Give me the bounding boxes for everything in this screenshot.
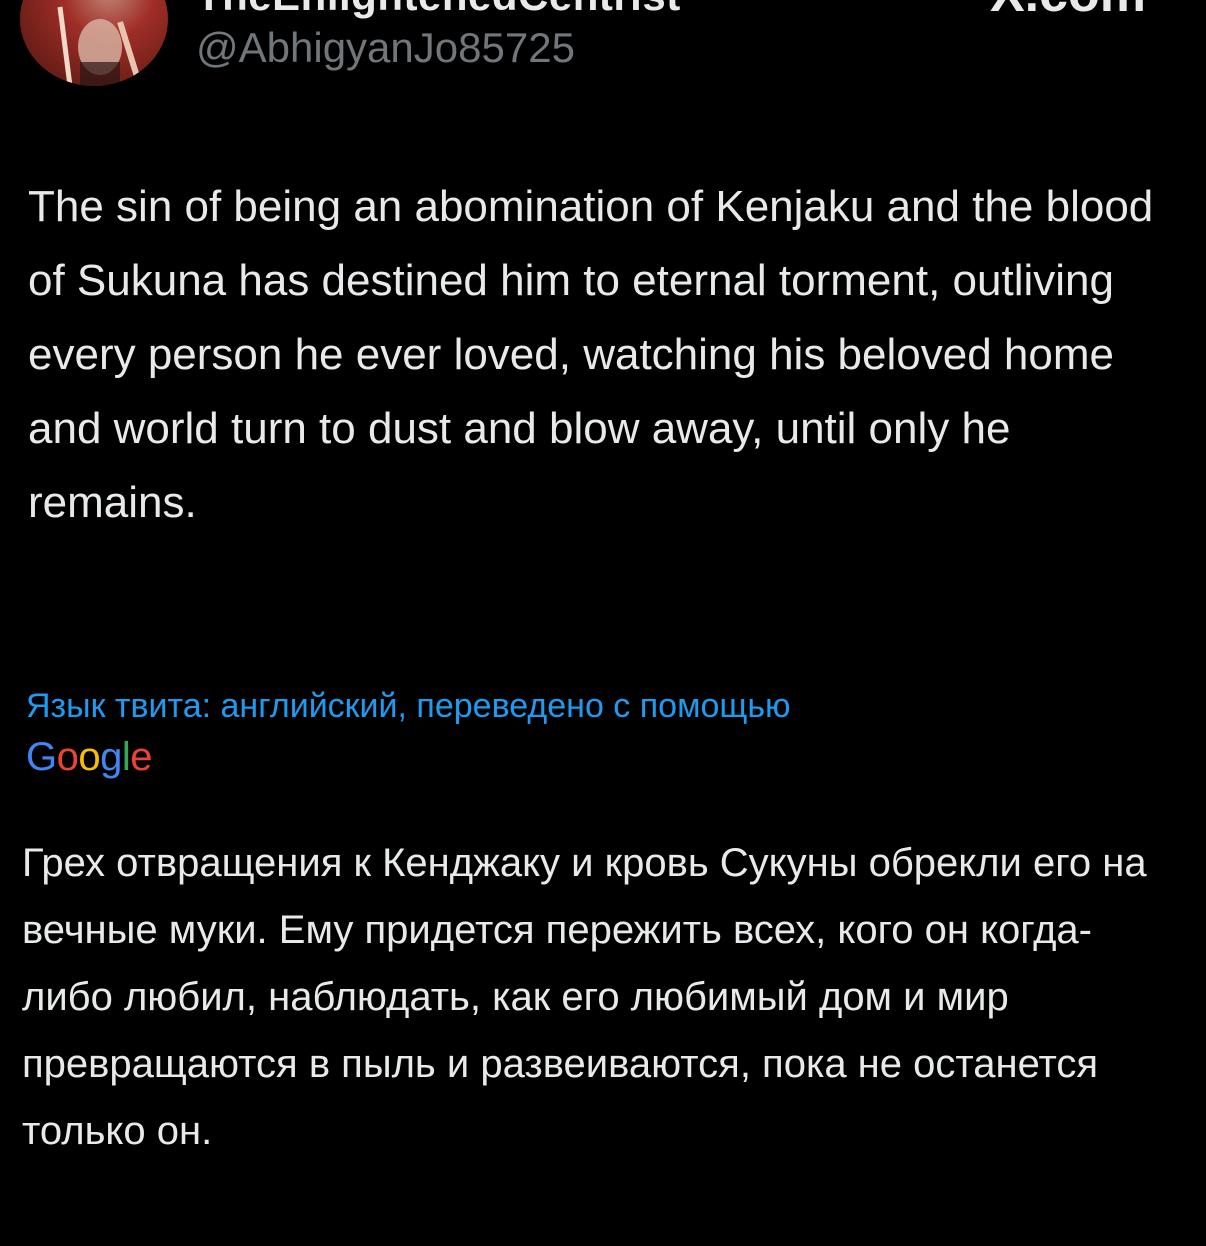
translated-tweet-text: Грех отвращения к Кенджаку и кровь Сукун…	[22, 841, 1147, 1153]
translation-note[interactable]: Язык твита: английский, переведено с пом…	[26, 684, 1176, 728]
google-logo: Google	[26, 732, 153, 782]
author-display-name[interactable]: TheEnlightenedCentrist	[196, 0, 681, 20]
google-logo-letter: G	[26, 735, 57, 779]
google-logo-letter: l	[121, 735, 131, 779]
google-logo-letter: o	[78, 735, 101, 779]
avatar-image	[20, 0, 168, 86]
tweet-header: TheEnlightenedCentrist @AbhigyanJo85725 …	[0, 0, 1206, 100]
site-watermark: X.com	[990, 0, 1146, 24]
author-handle[interactable]: @AbhigyanJo85725	[196, 24, 575, 72]
avatar[interactable]	[20, 0, 168, 86]
google-logo-letter: o	[56, 735, 79, 779]
tweet-text: The sin of being an abomination of Kenja…	[28, 182, 1154, 527]
google-logo-letter: g	[100, 735, 122, 779]
google-logo-letter: e	[130, 735, 153, 779]
